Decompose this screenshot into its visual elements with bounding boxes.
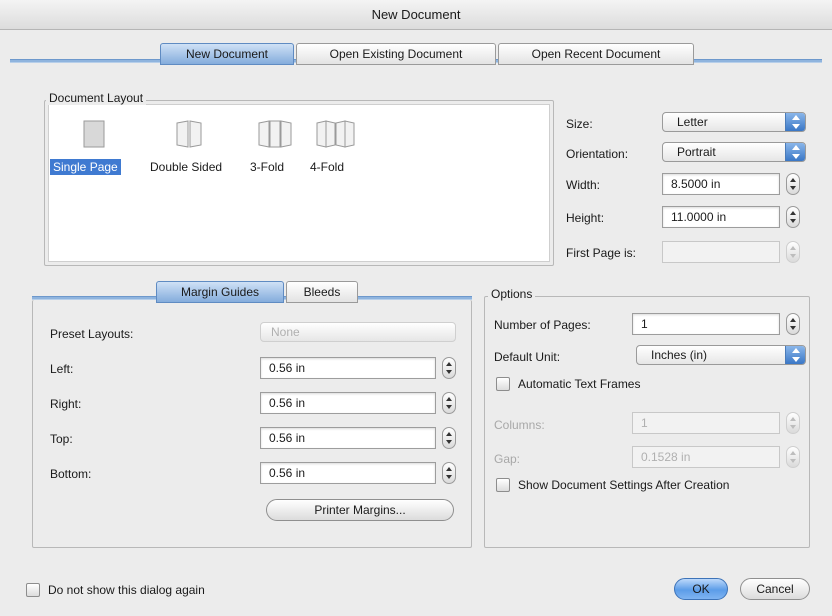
width-label: Width: <box>566 178 601 192</box>
orientation-label: Orientation: <box>566 147 629 161</box>
layout-label-single-page[interactable]: Single Page <box>50 159 121 175</box>
popup-arrows-icon <box>785 143 805 161</box>
number-of-pages-field[interactable]: 1 <box>632 313 780 335</box>
single-page-icon <box>83 120 105 148</box>
options-label: Options <box>488 287 536 301</box>
columns-stepper[interactable] <box>786 412 800 434</box>
window-title: New Document <box>371 7 461 22</box>
bottom-margin-field[interactable]: 0.56 in <box>260 462 436 484</box>
width-stepper[interactable] <box>786 173 800 195</box>
popup-arrows-icon <box>785 346 805 364</box>
cancel-button[interactable]: Cancel <box>740 578 810 600</box>
bottom-margin-label: Bottom: <box>50 467 92 481</box>
printer-margins-button[interactable]: Printer Margins... <box>266 499 454 521</box>
first-page-field[interactable] <box>662 241 780 263</box>
orientation-popup[interactable]: Portrait <box>662 142 806 162</box>
columns-field[interactable]: 1 <box>632 412 780 434</box>
layout-option-double-sided[interactable] <box>176 120 202 151</box>
automatic-text-frames-label[interactable]: Automatic Text Frames <box>518 377 640 391</box>
three-fold-icon <box>258 120 292 148</box>
layout-label-3-fold[interactable]: 3-Fold <box>250 160 284 174</box>
popup-arrows-icon <box>785 113 805 131</box>
default-unit-popup[interactable]: Inches (in) <box>636 345 806 365</box>
preset-layouts-label: Preset Layouts: <box>50 327 134 341</box>
default-unit-value: Inches (in) <box>651 348 708 362</box>
tab-open-recent-label: Open Recent Document <box>531 47 661 61</box>
right-margin-label: Right: <box>50 397 82 411</box>
gap-label: Gap: <box>494 452 521 466</box>
preset-layouts-value: None <box>271 325 300 339</box>
top-margin-stepper[interactable] <box>442 427 456 449</box>
size-label: Size: <box>566 117 593 131</box>
show-settings-label[interactable]: Show Document Settings After Creation <box>518 478 729 492</box>
width-field[interactable]: 8.5000 in <box>662 173 780 195</box>
layout-option-single-page[interactable] <box>82 120 106 151</box>
number-of-pages-stepper[interactable] <box>786 313 800 335</box>
orientation-value: Portrait <box>677 145 716 159</box>
tab-new-document[interactable]: New Document <box>160 43 294 65</box>
tab-margin-guides[interactable]: Margin Guides <box>156 281 284 303</box>
automatic-text-frames-checkbox[interactable] <box>496 377 510 391</box>
height-field[interactable]: 11.0000 in <box>662 206 780 228</box>
default-unit-label: Default Unit: <box>494 350 561 364</box>
title-bar: New Document <box>0 0 832 30</box>
ok-button[interactable]: OK <box>674 578 728 600</box>
size-popup[interactable]: Letter <box>662 112 806 132</box>
tab-open-recent-document[interactable]: Open Recent Document <box>498 43 694 65</box>
tab-margin-guides-label: Margin Guides <box>180 285 260 299</box>
double-sided-icon <box>176 120 202 148</box>
height-label: Height: <box>566 211 605 225</box>
preset-layouts-popup[interactable]: None <box>260 322 456 342</box>
tab-bleeds-label: Bleeds <box>303 285 341 299</box>
right-margin-stepper[interactable] <box>442 392 456 414</box>
first-page-label: First Page is: <box>566 246 637 260</box>
layout-label-double-sided[interactable]: Double Sided <box>150 160 222 174</box>
gap-field[interactable]: 0.1528 in <box>632 446 780 468</box>
top-margin-label: Top: <box>50 432 73 446</box>
document-layout-list <box>48 104 550 262</box>
layout-label-4-fold[interactable]: 4-Fold <box>310 160 344 174</box>
number-of-pages-label: Number of Pages: <box>494 318 591 332</box>
columns-label: Columns: <box>494 418 545 432</box>
tab-bleeds[interactable]: Bleeds <box>286 281 358 303</box>
four-fold-icon <box>316 120 355 148</box>
document-layout-group <box>44 100 554 266</box>
height-stepper[interactable] <box>786 206 800 228</box>
size-value: Letter <box>677 115 708 129</box>
left-margin-stepper[interactable] <box>442 357 456 379</box>
layout-option-3-fold[interactable] <box>258 120 292 151</box>
left-margin-field[interactable]: 0.56 in <box>260 357 436 379</box>
tab-open-existing-document[interactable]: Open Existing Document <box>296 43 496 65</box>
tab-open-existing-label: Open Existing Document <box>329 47 463 61</box>
do-not-show-checkbox[interactable] <box>26 583 40 597</box>
right-margin-field[interactable]: 0.56 in <box>260 392 436 414</box>
first-page-stepper[interactable] <box>786 241 800 263</box>
layout-option-4-fold[interactable] <box>316 120 356 151</box>
top-margin-field[interactable]: 0.56 in <box>260 427 436 449</box>
show-settings-checkbox[interactable] <box>496 478 510 492</box>
left-margin-label: Left: <box>50 362 74 376</box>
do-not-show-label[interactable]: Do not show this dialog again <box>48 583 205 597</box>
bottom-margin-stepper[interactable] <box>442 462 456 484</box>
gap-stepper[interactable] <box>786 446 800 468</box>
document-layout-label: Document Layout <box>46 91 147 105</box>
tab-new-document-label: New Document <box>185 47 269 61</box>
